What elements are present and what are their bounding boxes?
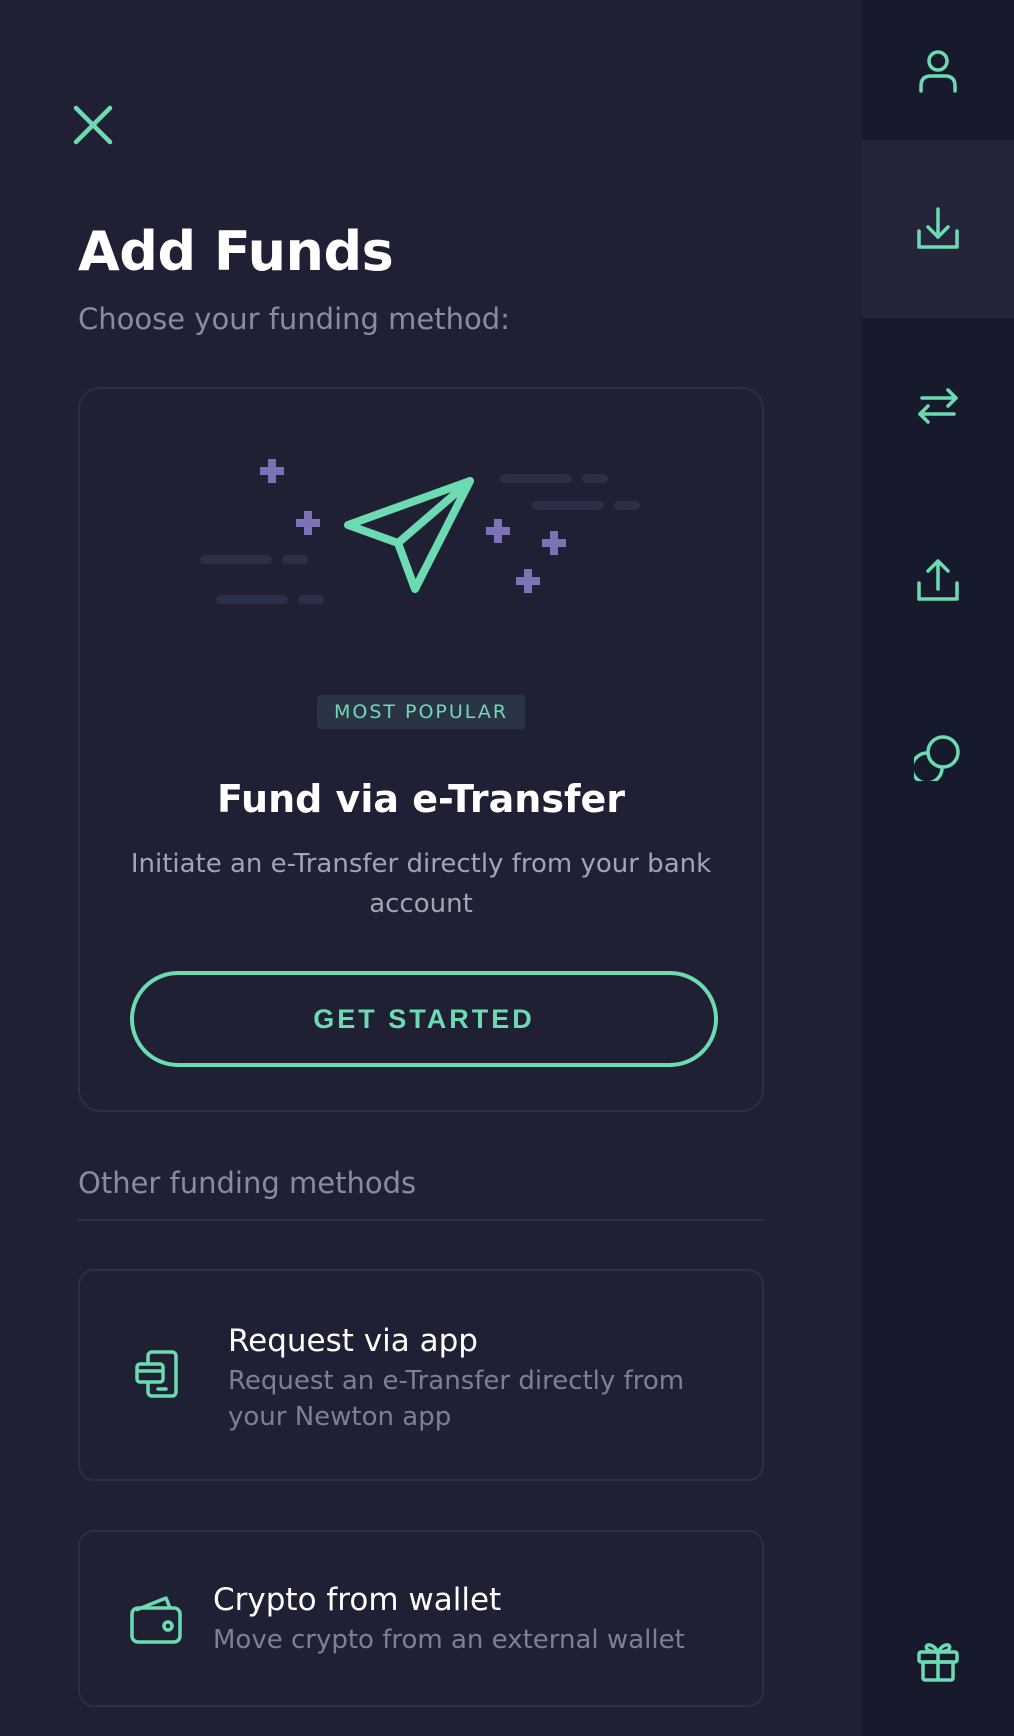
get-started-button[interactable]: GET STARTED xyxy=(130,971,718,1067)
request-via-app-card[interactable]: Request via app Request an e-Transfer di… xyxy=(78,1269,764,1481)
paper-plane-illustration xyxy=(200,459,640,604)
close-button[interactable] xyxy=(72,104,114,146)
rail-item-account[interactable] xyxy=(862,0,1014,140)
withdraw-icon xyxy=(917,558,959,601)
rail-item-trade[interactable] xyxy=(862,318,1014,493)
user-icon xyxy=(919,50,957,93)
rail-item-coins[interactable] xyxy=(862,668,1014,846)
rail-item-withdraw[interactable] xyxy=(862,493,1014,668)
other-methods-heading: Other funding methods xyxy=(78,1166,417,1200)
wallet-icon xyxy=(130,1596,182,1644)
add-funds-page: Add Funds Choose your funding method: MO… xyxy=(0,0,1014,1736)
crypto-from-wallet-description: Move crypto from an external wallet xyxy=(213,1625,685,1655)
crypto-from-wallet-title: Crypto from wallet xyxy=(213,1582,502,1618)
close-icon xyxy=(73,105,113,145)
coins-icon xyxy=(914,735,960,781)
swap-arrows-icon xyxy=(918,387,958,424)
etransfer-card: MOST POPULAR Fund via e-Transfer Initiat… xyxy=(78,387,764,1112)
etransfer-description: Initiate an e-Transfer directly from you… xyxy=(130,849,712,919)
section-divider xyxy=(78,1219,764,1221)
gift-icon xyxy=(917,1643,959,1682)
request-via-app-description: Request an e-Transfer directly from your… xyxy=(228,1366,685,1432)
page-title: Add Funds xyxy=(78,220,394,283)
add-funds-panel: Add Funds Choose your funding method: MO… xyxy=(0,0,862,1736)
rail-item-deposit[interactable] xyxy=(862,140,1014,318)
etransfer-title: Fund via e-Transfer xyxy=(216,777,626,821)
side-navigation-rail xyxy=(862,0,1014,1736)
page-subtitle: Choose your funding method: xyxy=(78,302,510,336)
deposit-icon xyxy=(917,207,959,249)
phone-card-icon xyxy=(135,1350,178,1398)
most-popular-badge: MOST POPULAR xyxy=(316,695,526,729)
crypto-from-wallet-card[interactable]: Crypto from wallet Move crypto from an e… xyxy=(78,1530,764,1707)
request-via-app-title: Request via app xyxy=(228,1323,478,1359)
rail-item-rewards[interactable] xyxy=(862,1580,1014,1736)
